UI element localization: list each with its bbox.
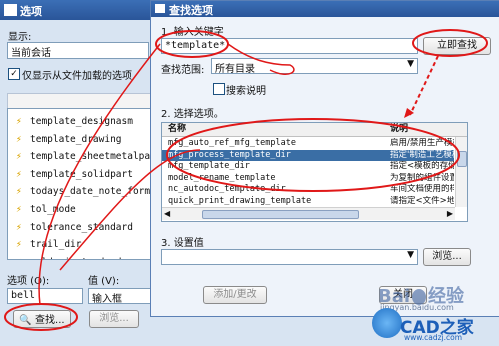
find-to-keyword-curve <box>38 43 161 306</box>
keyword-oval <box>155 30 229 58</box>
grid-oval <box>166 118 460 192</box>
find-button-oval <box>4 303 78 331</box>
cad-url: www.cadzj.com <box>404 333 463 342</box>
curve-to-grid <box>59 149 201 271</box>
dashed-arrow <box>409 55 439 116</box>
keyword-curve <box>227 43 295 75</box>
cad-logo-icon <box>372 308 402 338</box>
find-now-oval <box>412 29 488 57</box>
